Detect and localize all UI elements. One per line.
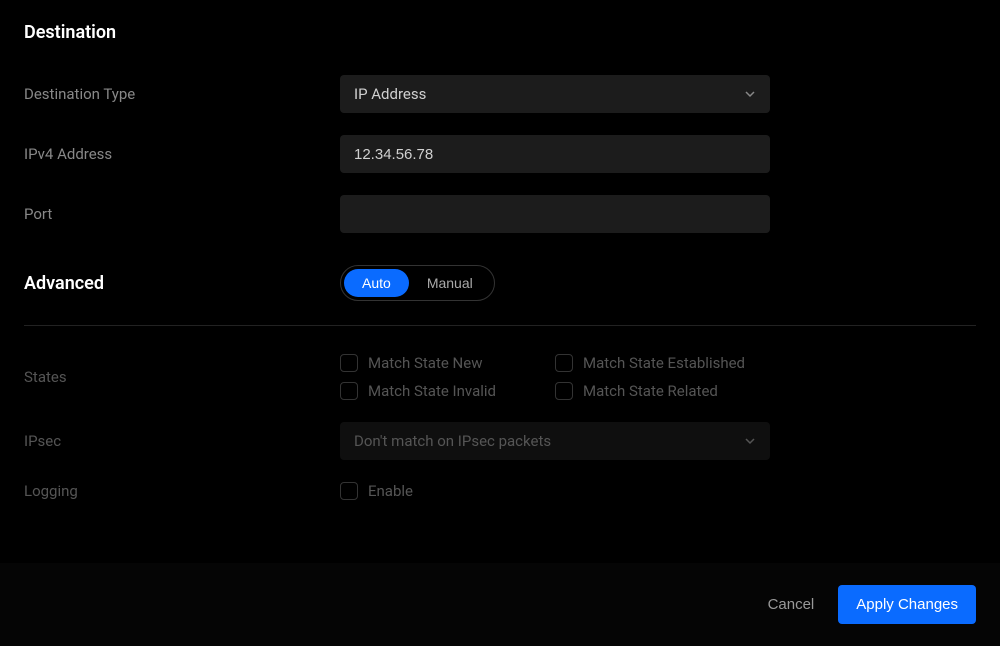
destination-type-select[interactable]: IP Address bbox=[340, 75, 770, 113]
logging-label: Logging bbox=[24, 482, 340, 500]
destination-heading: Destination bbox=[24, 22, 976, 43]
ipsec-value: Don't match on IPsec packets bbox=[354, 432, 551, 450]
destination-type-label: Destination Type bbox=[24, 85, 340, 103]
state-related-label: Match State Related bbox=[583, 382, 718, 400]
advanced-mode-auto[interactable]: Auto bbox=[344, 269, 409, 297]
advanced-divider bbox=[24, 325, 976, 326]
advanced-mode-toggle: Auto Manual bbox=[340, 265, 495, 301]
state-established-label: Match State Established bbox=[583, 354, 745, 372]
apply-changes-button[interactable]: Apply Changes bbox=[838, 585, 976, 624]
ipsec-select[interactable]: Don't match on IPsec packets bbox=[340, 422, 770, 460]
cancel-button[interactable]: Cancel bbox=[768, 596, 815, 613]
port-label: Port bbox=[24, 205, 340, 223]
advanced-heading: Advanced bbox=[24, 273, 340, 294]
footer: Cancel Apply Changes bbox=[0, 563, 1000, 646]
chevron-down-icon bbox=[744, 435, 756, 447]
destination-type-value: IP Address bbox=[354, 85, 426, 103]
state-related-checkbox[interactable] bbox=[555, 382, 573, 400]
logging-enable-checkbox[interactable] bbox=[340, 482, 358, 500]
ipv4-address-input[interactable] bbox=[340, 135, 770, 173]
port-input[interactable] bbox=[340, 195, 770, 233]
ipv4-address-label: IPv4 Address bbox=[24, 145, 340, 163]
state-new-label: Match State New bbox=[368, 354, 482, 372]
states-label: States bbox=[24, 368, 340, 386]
chevron-down-icon bbox=[744, 88, 756, 100]
ipsec-label: IPsec bbox=[24, 432, 340, 450]
advanced-mode-manual[interactable]: Manual bbox=[409, 269, 491, 297]
state-established-checkbox[interactable] bbox=[555, 354, 573, 372]
logging-enable-label: Enable bbox=[368, 482, 413, 500]
state-invalid-label: Match State Invalid bbox=[368, 382, 496, 400]
state-invalid-checkbox[interactable] bbox=[340, 382, 358, 400]
state-new-checkbox[interactable] bbox=[340, 354, 358, 372]
